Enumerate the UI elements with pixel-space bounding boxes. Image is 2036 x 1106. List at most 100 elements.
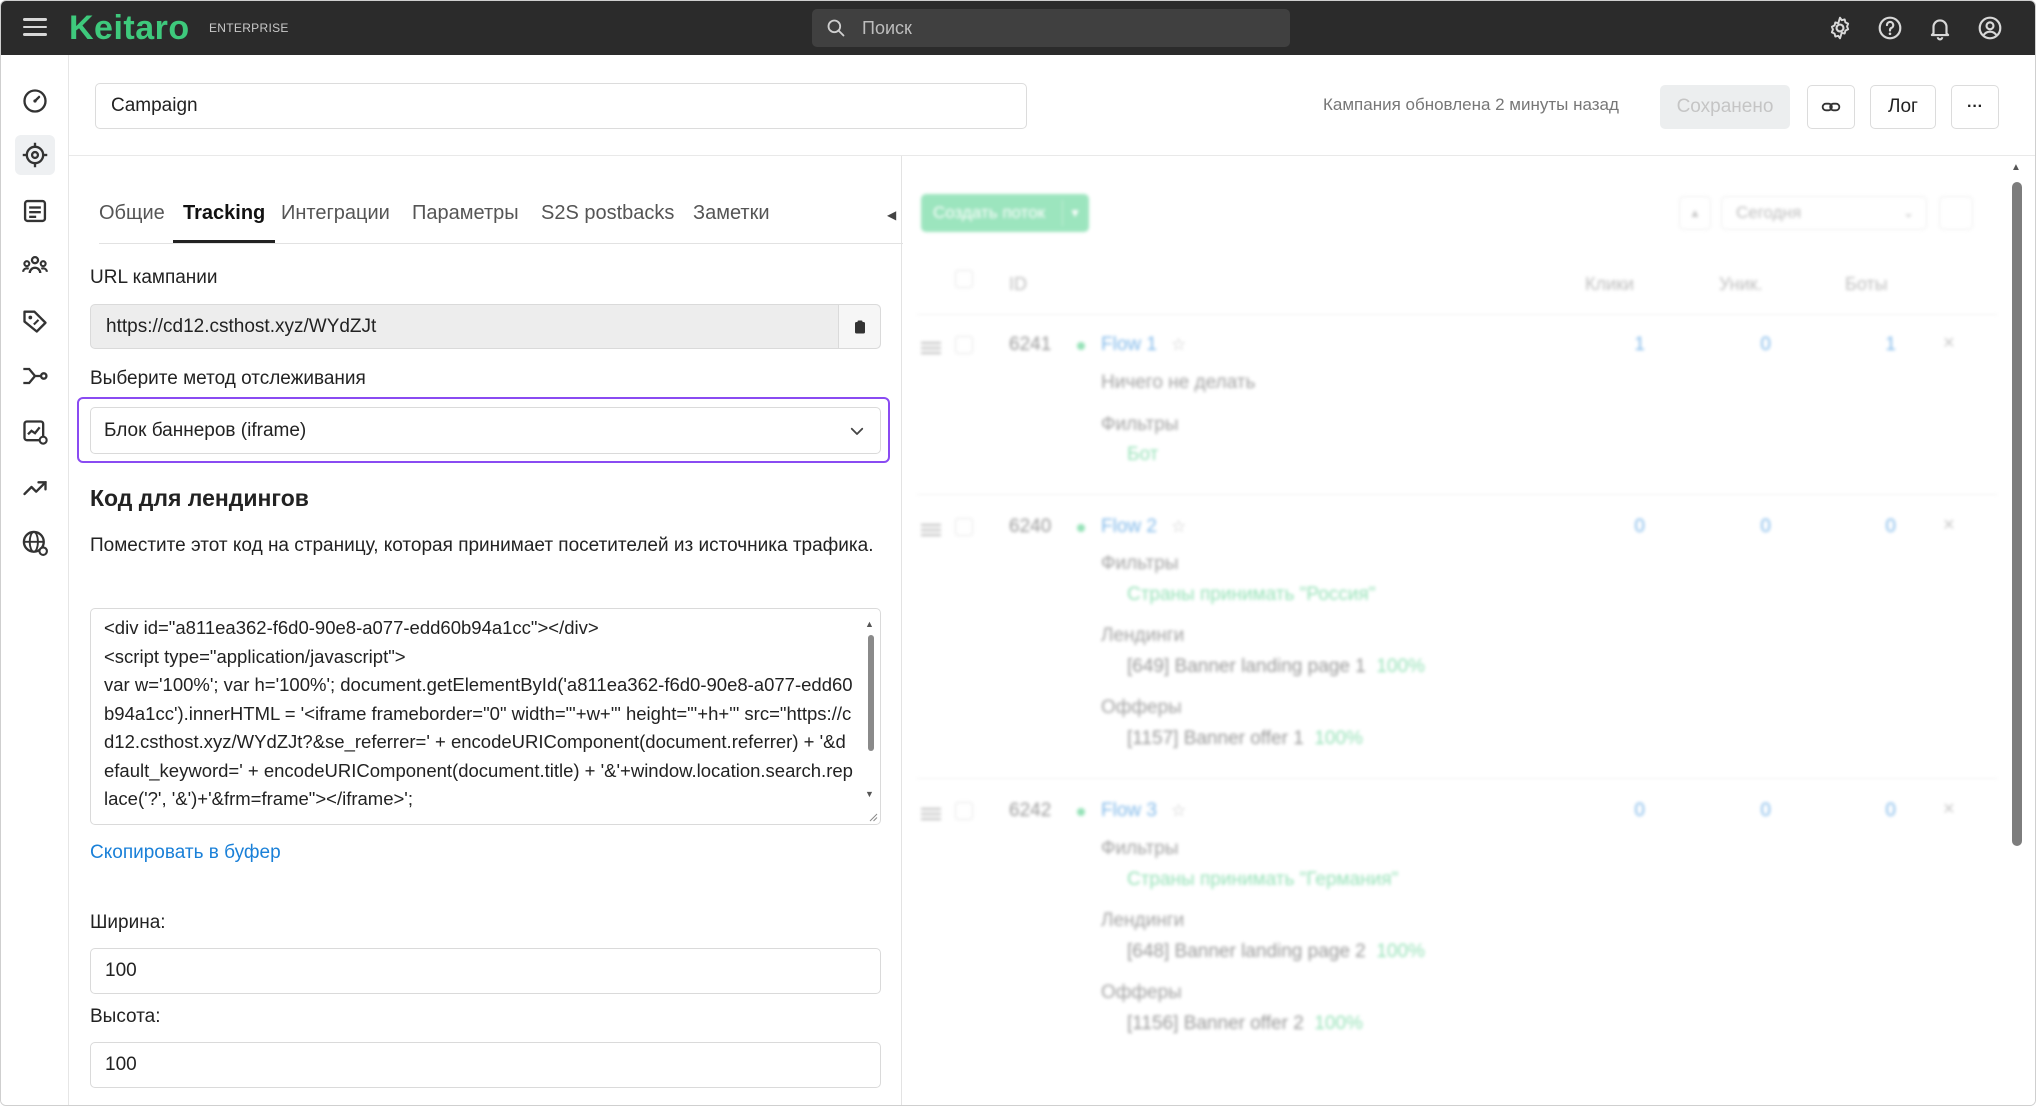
status-dot xyxy=(1077,808,1085,816)
drag-handle-icon[interactable] xyxy=(921,342,941,357)
user-icon[interactable] xyxy=(1977,15,2003,41)
search-box[interactable] xyxy=(812,9,1290,47)
offer-value: [1157] Banner offer 1 100% xyxy=(1127,728,1363,750)
width-field[interactable] xyxy=(90,948,881,994)
affiliate-networks-icon xyxy=(22,255,48,274)
campaign-name-input[interactable] xyxy=(95,83,1027,129)
nav-affiliate-networks[interactable] xyxy=(15,246,55,286)
landing-share: 100% xyxy=(1376,656,1425,677)
flow-name[interactable]: Flow 2 xyxy=(1101,516,1157,538)
height-label: Высота: xyxy=(90,1006,161,1027)
status-dot xyxy=(1077,342,1085,350)
tabs-divider xyxy=(99,243,903,244)
nav-trends[interactable] xyxy=(15,467,55,507)
tracking-method-select[interactable]: Блок баннеров (iframe) xyxy=(90,407,881,454)
brand-logo[interactable]: Keitaro xyxy=(69,9,190,48)
campaign-settings-panel: Общие Tracking Интеграции Параметры S2S … xyxy=(69,156,903,1105)
flows-scrollbar[interactable]: ▲ xyxy=(2005,156,2033,1105)
row-checkbox[interactable] xyxy=(955,518,973,536)
tab-general[interactable]: Общие xyxy=(99,202,165,243)
clipboard-icon xyxy=(854,320,865,333)
scroll-down-icon[interactable]: ▼ xyxy=(865,789,874,799)
row-checkbox[interactable] xyxy=(955,802,973,820)
flow-name[interactable]: Flow 3 xyxy=(1101,800,1157,822)
drag-handle-icon[interactable] xyxy=(921,808,941,823)
row-checkbox[interactable] xyxy=(955,336,973,354)
campaign-url-value: https://cd12.csthost.xyz/WYdZJt xyxy=(106,316,377,337)
left-nav-rail xyxy=(1,55,69,1105)
create-flow-button[interactable]: Создать поток ▼ xyxy=(921,194,1089,232)
flow-name[interactable]: Flow 1 xyxy=(1101,334,1157,356)
flows-panel-content: Создать поток ▼ ▲ Сегодня ⌄ ID Клики Уни… xyxy=(903,156,2035,1105)
sort-button[interactable]: ▲ xyxy=(1679,196,1711,230)
close-icon[interactable]: × xyxy=(1943,514,1955,537)
search-icon xyxy=(827,19,845,37)
tab-parameters[interactable]: Параметры xyxy=(412,202,519,243)
nav-campaigns[interactable] xyxy=(15,135,55,175)
tab-tracking[interactable]: Tracking xyxy=(172,202,276,243)
tab-notes[interactable]: Заметки xyxy=(693,202,770,243)
offer-share: 100% xyxy=(1314,1013,1363,1034)
collapse-panel-icon[interactable]: ◀ xyxy=(887,208,896,222)
refresh-button[interactable] xyxy=(1939,196,1973,230)
drag-handle-icon[interactable] xyxy=(921,524,941,539)
landing-name: [649] Banner landing page 1 xyxy=(1127,656,1366,677)
nav-reports[interactable] xyxy=(15,412,55,452)
flows-icon xyxy=(23,367,48,385)
tab-integrations[interactable]: Интеграции xyxy=(281,202,390,243)
flow-action: Ничего не делать xyxy=(1101,372,1256,393)
offers-label: Офферы xyxy=(1101,982,1182,1003)
code-heading: Код для лендингов xyxy=(90,485,309,511)
code-scrollbar[interactable]: ▲ ▼ xyxy=(865,613,877,819)
landing-code-textarea[interactable]: <div id="a811ea362-f6d0-90e8-a077-edd60b… xyxy=(90,608,881,825)
star-icon[interactable]: ☆ xyxy=(1171,517,1186,537)
flows-panel: Создать поток ▼ ▲ Сегодня ⌄ ID Клики Уни… xyxy=(903,156,2035,1105)
col-id: ID xyxy=(1009,274,1027,294)
campaign-url-field[interactable]: https://cd12.csthost.xyz/WYdZJt xyxy=(90,304,881,349)
flow-unique: 0 xyxy=(1760,800,1771,821)
scroll-up-icon[interactable]: ▲ xyxy=(865,619,874,629)
flow-clicks: 1 xyxy=(1634,334,1645,355)
scroll-up-icon[interactable]: ▲ xyxy=(2011,162,2021,173)
url-label: URL кампании xyxy=(90,267,218,288)
resize-grip-icon[interactable] xyxy=(868,812,878,822)
filter-value: Страны принимать "Германия" xyxy=(1127,869,1399,890)
offer-value: [1156] Banner offer 2 100% xyxy=(1127,1013,1363,1035)
star-icon[interactable]: ☆ xyxy=(1171,801,1186,821)
close-icon[interactable]: × xyxy=(1943,798,1955,821)
campaigns-icon xyxy=(22,142,48,168)
log-button[interactable]: Лог xyxy=(1870,85,1936,129)
link-button[interactable] xyxy=(1807,85,1855,129)
landings-label: Лендинги xyxy=(1101,910,1185,931)
nav-dashboard[interactable] xyxy=(15,81,55,121)
col-clicks: Клики xyxy=(1585,274,1634,294)
flow-id: 6242 xyxy=(1009,800,1052,821)
bell-icon[interactable] xyxy=(1927,15,1953,41)
select-all-checkbox[interactable] xyxy=(955,270,973,288)
top-bar: Keitaro ENTERPRISE xyxy=(1,1,2035,55)
copy-url-button[interactable] xyxy=(838,305,880,348)
scrollbar-thumb[interactable] xyxy=(868,635,874,751)
scrollbar-thumb[interactable] xyxy=(2012,182,2022,846)
copy-to-clipboard-link[interactable]: Скопировать в буфер xyxy=(90,842,281,864)
tab-s2s-postbacks[interactable]: S2S postbacks xyxy=(541,202,674,243)
code-description: Поместите этот код на страницу, которая … xyxy=(90,535,874,556)
more-button[interactable]: ··· xyxy=(1951,85,1999,129)
nav-landings[interactable] xyxy=(15,191,55,231)
flow-id: 6240 xyxy=(1009,516,1052,537)
close-icon[interactable]: × xyxy=(1943,332,1955,355)
caret-down-icon: ▼ xyxy=(1069,206,1081,220)
nav-domains[interactable] xyxy=(15,523,55,563)
star-icon[interactable]: ☆ xyxy=(1171,335,1186,355)
save-button[interactable]: Сохранено xyxy=(1660,85,1790,129)
help-icon[interactable] xyxy=(1877,15,1903,41)
height-field[interactable] xyxy=(90,1042,881,1088)
gear-icon[interactable] xyxy=(1827,15,1853,41)
col-unique: Уник. xyxy=(1719,274,1763,294)
search-input[interactable] xyxy=(862,9,1272,47)
nav-offers[interactable] xyxy=(15,301,55,341)
landing-code[interactable]: <div id="a811ea362-f6d0-90e8-a077-edd60b… xyxy=(104,614,856,814)
menu-icon[interactable] xyxy=(23,18,47,38)
nav-flows[interactable] xyxy=(15,356,55,396)
date-filter-select[interactable]: Сегодня ⌄ xyxy=(1721,196,1927,230)
